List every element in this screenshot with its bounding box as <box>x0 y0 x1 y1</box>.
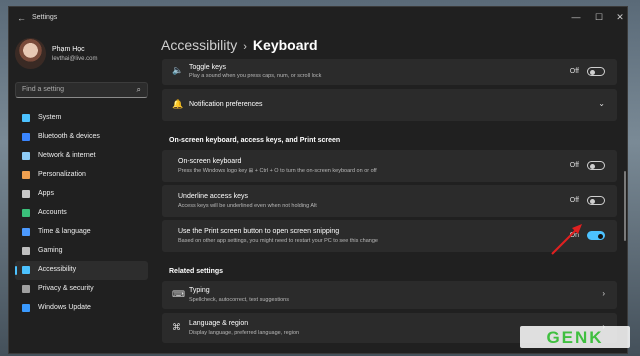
maximize-button[interactable]: ☐ <box>589 12 609 23</box>
search-input[interactable]: Find a setting ⌕ <box>15 82 148 98</box>
osk-section-header: On-screen keyboard, access keys, and Pri… <box>169 137 341 144</box>
toggle-knob <box>590 163 595 169</box>
accessibility-icon <box>22 266 30 274</box>
print-screen-desc: Based on other app settings, you might n… <box>178 238 378 244</box>
on-screen-keyboard-card: On-screen keyboard Press the Windows log… <box>162 150 617 182</box>
osk-switch[interactable] <box>587 161 605 170</box>
sidebar-item-label: Accessibility <box>38 266 77 273</box>
toggle-knob <box>598 233 603 239</box>
sidebar-item-windows-update[interactable]: Windows Update <box>15 299 148 318</box>
sidebar-item-system[interactable]: System <box>15 109 148 128</box>
sidebar-item-apps[interactable]: Apps <box>15 185 148 204</box>
sidebar-item-bluetooth-devices[interactable]: Bluetooth & devices <box>15 128 148 147</box>
scrollbar[interactable] <box>624 171 626 241</box>
avatar <box>15 38 46 69</box>
language-title: Language & region <box>189 320 249 327</box>
chevron-right-icon[interactable]: › <box>602 289 605 298</box>
toggle-knob <box>590 198 595 204</box>
sidebar-item-label: Network & internet <box>38 152 96 159</box>
sidebar-item-label: Windows Update <box>38 304 91 311</box>
speaker-icon: 🔈 <box>172 65 184 75</box>
bluetooth-icon <box>22 133 30 141</box>
settings-window: ← Settings — ☐ ✕ Phạm Học levthai@live.c… <box>8 6 628 354</box>
controller-icon <box>22 247 30 255</box>
apps-icon <box>22 190 30 198</box>
sidebar-nav: System Bluetooth & devices Network & inter… <box>15 109 148 318</box>
underline-state: Off <box>569 197 579 204</box>
underline-desc: Access keys will be underlined even when… <box>178 203 317 209</box>
notification-preferences-title: Notification preferences <box>189 101 263 108</box>
sidebar-item-accessibility[interactable]: Accessibility <box>15 261 148 280</box>
svg-text:GENK: GENK <box>546 328 603 347</box>
typing-title: Typing <box>189 287 210 294</box>
user-profile[interactable]: Phạm Học levthai@live.com <box>15 38 155 72</box>
sidebar-item-gaming[interactable]: Gaming <box>15 242 148 261</box>
update-icon <box>22 304 30 312</box>
brush-icon <box>22 171 30 179</box>
bell-icon: 🔔 <box>172 99 184 109</box>
sidebar-item-label: Accounts <box>38 209 67 216</box>
globe-clock-icon <box>22 228 30 236</box>
sidebar-item-personalization[interactable]: Personalization <box>15 166 148 185</box>
sidebar-item-label: Gaming <box>38 247 63 254</box>
annotation-arrow <box>551 224 582 255</box>
sidebar-item-time-language[interactable]: Time & language <box>15 223 148 242</box>
main-content: Accessibility › Keyboard 🔈 Toggle keys Pla… <box>154 31 627 353</box>
print-screen-title: Use the Print screen button to open scre… <box>178 228 340 235</box>
sidebar-item-privacy-security[interactable]: Privacy & security <box>15 280 148 299</box>
notification-preferences-card[interactable]: 🔔 Notification preferences ⌄ <box>162 89 617 121</box>
language-icon: ⌘ <box>172 322 181 332</box>
sidebar-item-label: Bluetooth & devices <box>38 133 100 140</box>
sidebar-item-label: Time & language <box>38 228 91 235</box>
shield-icon <box>22 285 30 293</box>
search-placeholder: Find a setting <box>22 86 65 93</box>
osk-state: Off <box>569 162 579 169</box>
toggle-keys-card: 🔈 Toggle keys Play a sound when you pres… <box>162 59 617 85</box>
typing-desc: Spellcheck, autocorrect, text suggestion… <box>189 297 289 303</box>
person-icon <box>22 209 30 217</box>
search-icon[interactable]: ⌕ <box>137 85 141 95</box>
genk-watermark-logo: GENK <box>520 326 630 348</box>
underline-switch[interactable] <box>587 196 605 205</box>
osk-desc: Press the Windows logo key ⊞ + Ctrl + O … <box>178 168 377 174</box>
toggle-keys-state: Off <box>569 68 579 75</box>
sidebar-item-label: Personalization <box>38 171 86 178</box>
title-bar: ← Settings — ☐ ✕ <box>9 7 627 31</box>
toggle-keys-title: Toggle keys <box>189 64 226 71</box>
close-button[interactable]: ✕ <box>610 12 627 23</box>
print-screen-switch[interactable] <box>587 231 605 240</box>
underline-title: Underline access keys <box>178 193 249 200</box>
breadcrumb-separator: › <box>243 41 247 53</box>
toggle-keys-switch[interactable] <box>587 67 605 76</box>
toggle-keys-desc: Play a sound when you press caps, num, o… <box>189 73 322 79</box>
sidebar-item-network-internet[interactable]: Network & internet <box>15 147 148 166</box>
profile-email: levthai@live.com <box>52 56 98 62</box>
window-title: Settings <box>32 14 58 21</box>
sidebar-item-label: System <box>38 114 62 121</box>
breadcrumb: Accessibility › Keyboard <box>161 37 318 53</box>
back-arrow-icon[interactable]: ← <box>17 13 26 23</box>
sidebar-item-label: Privacy & security <box>38 285 94 292</box>
toggle-knob <box>590 69 595 75</box>
sidebar: Phạm Học levthai@live.com Find a setting… <box>9 31 155 353</box>
sidebar-item-accounts[interactable]: Accounts <box>15 204 148 223</box>
typing-card[interactable]: ⌨ Typing Spellcheck, autocorrect, text s… <box>162 281 617 309</box>
wifi-icon <box>22 152 30 160</box>
underline-access-keys-card: Underline access keys Access keys will b… <box>162 185 617 217</box>
related-settings-header: Related settings <box>169 268 224 275</box>
chevron-down-icon[interactable]: ⌄ <box>598 99 605 108</box>
monitor-icon <box>22 114 30 122</box>
page-title: Keyboard <box>252 37 318 53</box>
minimize-button[interactable]: — <box>566 12 586 22</box>
breadcrumb-parent[interactable]: Accessibility <box>161 37 237 53</box>
language-desc: Display language, preferred language, re… <box>189 330 300 336</box>
profile-name: Phạm Học <box>52 46 85 53</box>
sidebar-item-label: Apps <box>38 190 54 197</box>
keyboard-icon: ⌨ <box>172 289 185 299</box>
osk-title: On-screen keyboard <box>178 158 242 165</box>
